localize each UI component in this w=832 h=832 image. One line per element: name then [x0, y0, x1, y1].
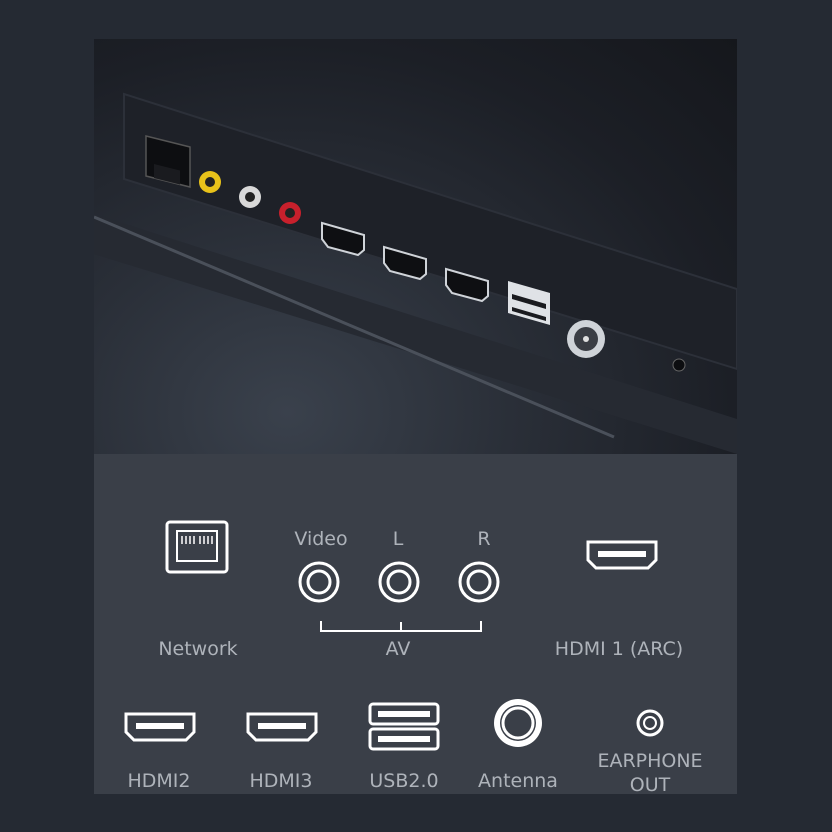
network-label: Network: [158, 638, 238, 660]
av-rca-group: [298, 561, 500, 632]
antenna-icon: [494, 699, 542, 747]
usb-label: USB2.0: [369, 770, 439, 792]
earphone-label: EARPHONE OUT: [580, 750, 720, 794]
rca-left-icon: [378, 561, 420, 603]
right-label: R: [477, 528, 491, 550]
hdmi-icon: [124, 712, 196, 742]
usb-icon: [368, 702, 440, 751]
rca-video-icon: [298, 561, 340, 603]
photo-earphone-icon: [672, 358, 686, 372]
video-label: Video: [294, 528, 348, 550]
photo-rca-right-icon: [279, 202, 301, 224]
hdmi2-label: HDMI2: [127, 770, 191, 792]
tv-ports-illustration: [94, 92, 737, 454]
av-label: AV: [385, 638, 411, 660]
rca-right-icon: [458, 561, 500, 603]
port-legend-panel: Network Video L R AV HDMI 1 (ARC) HDMI2 …: [94, 454, 737, 794]
hdmi1-label: HDMI 1 (ARC): [554, 638, 684, 660]
hdmi-icon: [586, 540, 658, 570]
earphone-label-line1: EARPHONE: [597, 750, 703, 772]
left-label: L: [392, 528, 404, 550]
hdmi-icon: [246, 712, 318, 742]
photo-antenna-icon: [567, 320, 605, 358]
ports-card: Network Video L R AV HDMI 1 (ARC) HDMI2 …: [94, 39, 737, 794]
photo-rca-video-icon: [199, 171, 221, 193]
tv-rear-photo: [94, 39, 737, 454]
photo-rca-left-icon: [239, 186, 261, 208]
hdmi3-label: HDMI3: [249, 770, 313, 792]
ethernet-icon: [165, 520, 229, 574]
earphone-label-line2: OUT: [629, 773, 671, 794]
earphone-jack-icon: [636, 709, 664, 737]
antenna-label: Antenna: [478, 770, 558, 792]
